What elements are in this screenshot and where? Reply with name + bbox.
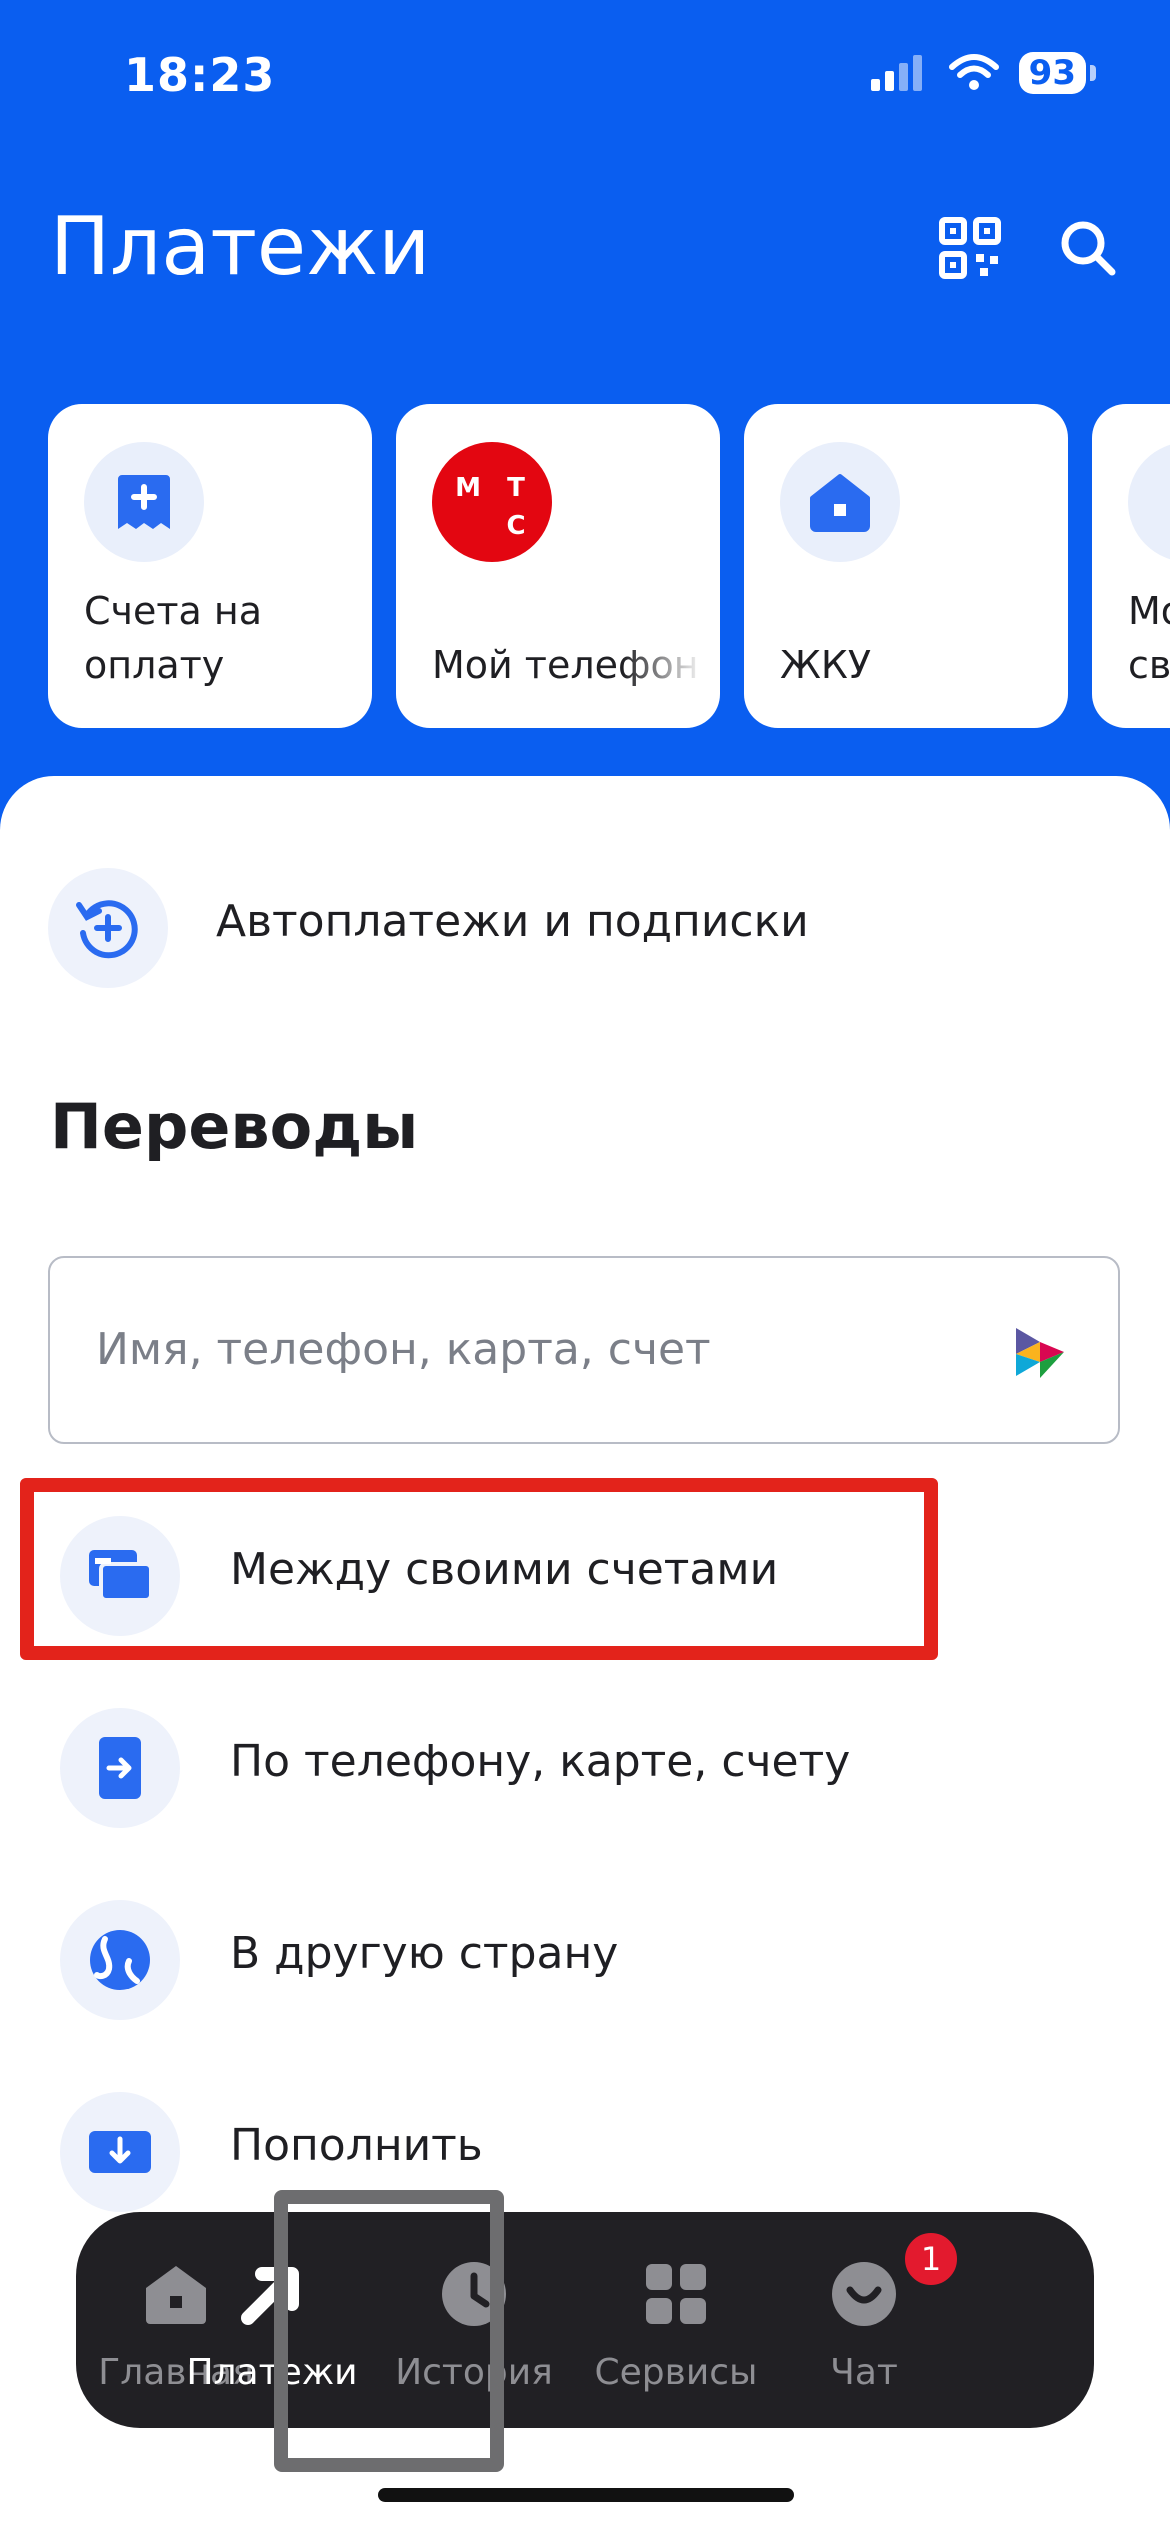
header: 18:23 93 Платежи Счета на оплату М Т С М… — [0, 0, 1170, 860]
battery-icon — [1090, 65, 1096, 81]
search-button[interactable] — [1052, 212, 1124, 284]
transfer-search-box[interactable] — [48, 1256, 1120, 1444]
tab-label: Сервисы — [594, 2352, 758, 2393]
generic-icon — [1128, 442, 1170, 562]
quick-card-utilities[interactable]: ЖКУ — [744, 404, 1068, 728]
house-icon — [780, 442, 900, 562]
transfer-topup-label: Пополнить — [230, 2120, 483, 2171]
tab-label: Чат — [830, 2352, 898, 2393]
quick-card-invoices[interactable]: Счета на оплату — [48, 404, 372, 728]
page-title: Платежи — [50, 200, 431, 293]
mts-logo-letter: С — [506, 511, 525, 541]
mts-logo-letter: М — [455, 473, 481, 503]
globe-icon — [60, 1900, 180, 2020]
quick-card-label: Счета на оплату — [84, 589, 262, 687]
mts-logo-letter: Т — [507, 473, 525, 503]
qr-icon — [939, 217, 1001, 279]
transfer-topup[interactable]: Пополнить — [0, 2076, 1170, 2216]
autopay-label: Автоплатежи и подписки — [216, 896, 809, 947]
chat-unread-badge: 1 — [902, 2230, 960, 2288]
status-icons: 93 — [869, 52, 1096, 94]
bottom-tab-bar: Главная Платежи История Сервисы 1 Чат — [76, 2212, 1094, 2428]
quick-card-label: ЖКУ — [780, 643, 872, 687]
transfer-abroad[interactable]: В другую страну — [0, 1884, 1170, 2024]
battery-level: 93 — [1018, 52, 1086, 94]
quick-card-label: Мой телефон — [432, 643, 699, 687]
tab-services[interactable]: Сервисы — [576, 2212, 776, 2428]
tab-focus-box — [274, 2190, 504, 2472]
transfer-by-phone-card[interactable]: По телефону, карте, счету — [0, 1692, 1170, 1832]
mts-logo-icon: М Т С — [432, 442, 552, 562]
autopay-icon — [48, 868, 168, 988]
invoice-icon — [84, 442, 204, 562]
transfer-arrow-icon — [60, 1708, 180, 1828]
transfer-by-phone-label: По телефону, карте, счету — [230, 1736, 851, 1787]
wifi-icon — [948, 54, 999, 90]
transfer-abroad-label: В другую страну — [230, 1928, 619, 1979]
transfers-title: Переводы — [50, 1090, 419, 1163]
search-icon — [1061, 221, 1116, 276]
grid-icon — [638, 2256, 714, 2332]
quick-card-label: Мо св — [1128, 589, 1170, 687]
highlight-box — [20, 1478, 938, 1660]
qr-scan-button[interactable] — [934, 212, 1006, 284]
transfer-search-input[interactable] — [94, 1308, 978, 1390]
status-time: 18:23 — [124, 48, 276, 102]
chat-icon — [826, 2256, 902, 2332]
sbp-logo-icon — [1016, 1328, 1064, 1378]
quick-card-my-phone[interactable]: М Т С Мой телефон — [396, 404, 720, 728]
home-indicator[interactable] — [378, 2488, 794, 2502]
quick-payments-row: Счета на оплату М Т С Мой телефон ЖКУ М … — [0, 404, 1170, 730]
topup-icon — [60, 2092, 180, 2212]
tab-chat[interactable]: 1 Чат — [784, 2212, 960, 2428]
quick-card-more[interactable]: Мо св — [1092, 404, 1170, 728]
autopay-row[interactable]: Автоплатежи и подписки — [0, 852, 1170, 992]
signal-icon — [870, 55, 922, 91]
